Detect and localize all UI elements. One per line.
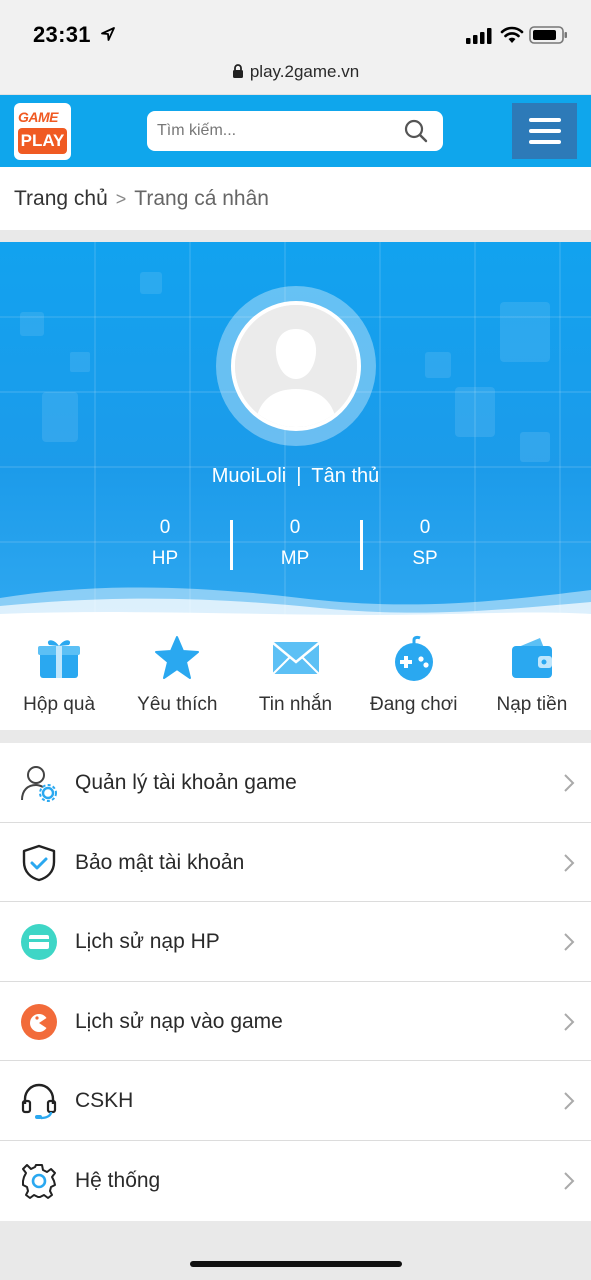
wifi-icon	[500, 26, 524, 43]
chevron-right-icon	[564, 1013, 575, 1031]
menu-item-hp-history[interactable]: Lịch sử nạp HP	[0, 902, 591, 982]
headset-icon	[21, 1084, 57, 1120]
home-indicator[interactable]	[190, 1261, 402, 1267]
search-icon[interactable]	[403, 118, 429, 144]
account-menu: Quản lý tài khoản game Bảo mật tài khoản…	[0, 743, 591, 1221]
wallet-icon	[511, 638, 552, 678]
logo-bottom-text: PLAY	[18, 128, 67, 154]
stat-label: HP	[151, 548, 179, 569]
card-icon	[21, 924, 57, 961]
status-bar: 23:31 play.2game.vn	[0, 0, 591, 95]
menu-item-label: Lịch sử nạp HP	[75, 930, 220, 954]
hero-wave-decoration	[0, 587, 591, 620]
shield-check-icon	[22, 844, 56, 881]
quick-action-label: Yêu thích	[137, 694, 218, 715]
avatar[interactable]	[231, 301, 361, 431]
breadcrumb-home-link[interactable]: Trang chủ	[14, 187, 108, 210]
user-stats: 0 HP 0 MP 0 SP	[100, 514, 490, 578]
logo-top-text: GAME	[18, 109, 59, 125]
username: MuoiLoli	[211, 465, 287, 487]
chevron-right-icon	[564, 774, 575, 792]
user-info: MuoiLoli | Tân thủ	[0, 465, 591, 488]
gift-icon	[38, 640, 81, 678]
menu-item-account-security[interactable]: Bảo mật tài khoản	[0, 823, 591, 903]
quick-action-label: Tin nhắn	[258, 694, 333, 715]
search-box	[147, 111, 443, 151]
breadcrumb-current: Trang cá nhân	[134, 187, 269, 210]
menu-bar	[528, 140, 561, 144]
user-settings-icon	[21, 766, 57, 802]
quick-actions: Hộp quà Yêu thích Tin nhắn Đang chơi Nạp…	[0, 620, 591, 730]
stat-value: 0	[419, 517, 431, 538]
user-info-separator: |	[296, 465, 302, 487]
stat-sp: 0 SP	[360, 514, 490, 578]
breadcrumb: Trang chủ > Trang cá nhân	[0, 167, 591, 230]
menu-item-system[interactable]: Hệ thống	[0, 1141, 591, 1221]
quick-action-gift-box[interactable]: Hộp quà	[0, 620, 118, 730]
chevron-right-icon	[564, 853, 575, 872]
page: 23:31 play.2game.vn GAME PLAY Tìm kiếm..…	[0, 0, 591, 1280]
clock: 23:31	[33, 22, 91, 47]
quick-action-label: Nạp tiền	[496, 694, 568, 715]
menu-item-game-topup-history[interactable]: Lịch sử nạp vào game	[0, 982, 591, 1062]
quick-action-favorites[interactable]: Yêu thích	[118, 620, 236, 730]
quick-action-playing[interactable]: Đang chơi	[355, 620, 473, 730]
stat-label: SP	[412, 548, 438, 569]
default-user-icon	[235, 305, 357, 427]
site-header: GAME PLAY	[0, 95, 591, 167]
chevron-right-icon	[564, 1172, 575, 1190]
quick-action-label: Đang chơi	[369, 694, 458, 715]
quick-action-top-up[interactable]: Nạp tiền	[473, 620, 591, 730]
stat-label: MP	[280, 548, 310, 569]
star-icon	[155, 636, 200, 679]
menu-item-game-accounts[interactable]: Quản lý tài khoản game	[0, 743, 591, 823]
chevron-right-icon	[564, 1092, 575, 1111]
stat-value: 0	[159, 517, 171, 538]
search-input[interactable]	[157, 111, 387, 151]
stat-value: 0	[289, 517, 301, 538]
quick-action-label: Hộp quà	[23, 694, 96, 715]
address-bar[interactable]: play.2game.vn	[0, 62, 591, 82]
breadcrumb-separator: >	[115, 189, 127, 209]
battery-icon	[529, 26, 567, 44]
stat-mp: 0 MP	[230, 514, 360, 578]
menu-item-customer-support[interactable]: CSKH	[0, 1061, 591, 1141]
hamburger-menu-button[interactable]	[512, 103, 577, 159]
quick-action-messages[interactable]: Tin nhắn	[236, 620, 354, 730]
url-text: play.2game.vn	[249, 62, 360, 81]
menu-item-label: Bảo mật tài khoản	[75, 850, 245, 874]
menu-bar	[528, 118, 561, 122]
profile-hero: MuoiLoli | Tân thủ 0 HP 0 MP 0 SP	[0, 242, 591, 620]
user-rank: Tân thủ	[311, 465, 380, 487]
game-history-icon	[21, 1003, 57, 1040]
chevron-right-icon	[564, 933, 575, 951]
mail-icon	[271, 642, 320, 675]
menu-item-label: Lịch sử nạp vào game	[75, 1009, 283, 1033]
menu-item-label: CSKH	[75, 1089, 134, 1113]
gear-icon	[22, 1163, 56, 1199]
menu-bar	[528, 129, 561, 133]
lock-icon	[232, 64, 243, 78]
cellular-signal-icon	[466, 28, 492, 44]
stat-hp: 0 HP	[100, 514, 230, 578]
logo[interactable]: GAME PLAY	[14, 103, 71, 160]
location-arrow-icon	[101, 27, 115, 41]
gamepad-icon	[394, 635, 433, 681]
avatar-ring	[216, 286, 376, 446]
menu-item-label: Hệ thống	[75, 1168, 161, 1192]
menu-item-label: Quản lý tài khoản game	[75, 771, 297, 794]
